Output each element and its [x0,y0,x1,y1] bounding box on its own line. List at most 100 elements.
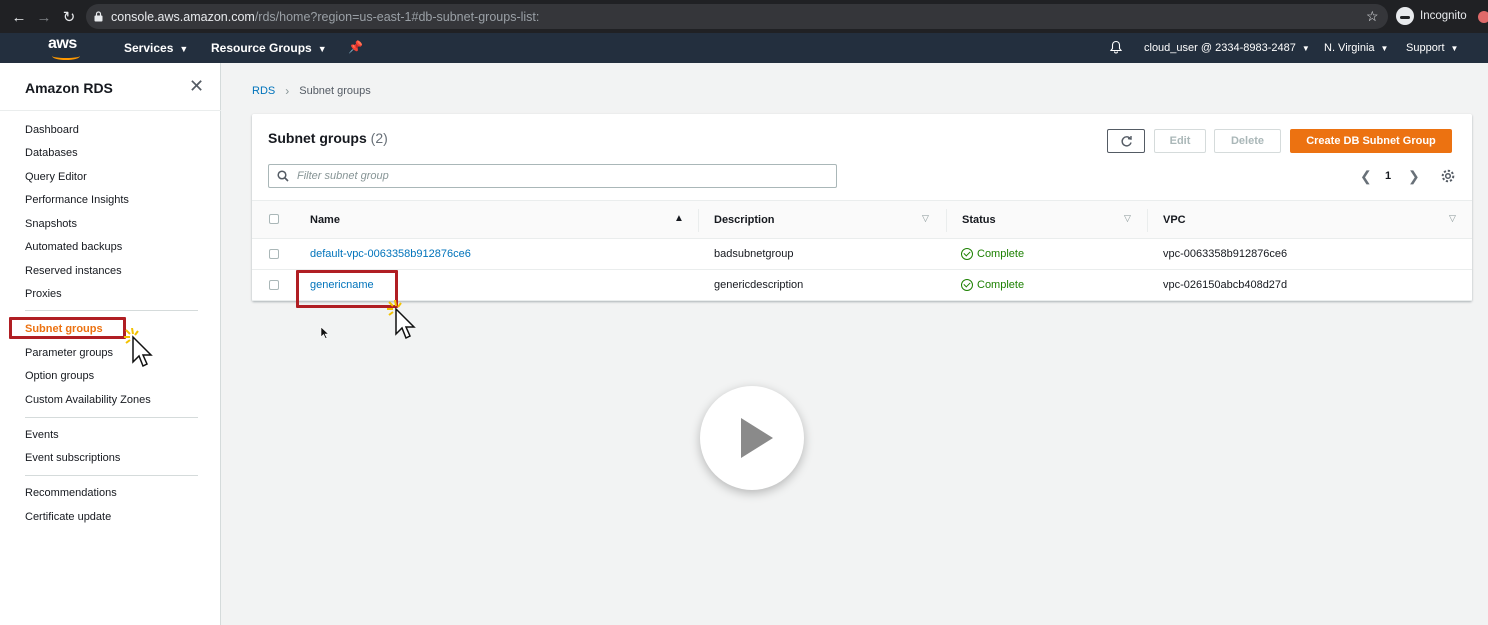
sort-desc-icon[interactable]: ▽ [1124,213,1131,224]
sort-desc-icon[interactable]: ▽ [1449,213,1456,224]
account-label: cloud_user @ 2334-8983-2487 [1144,42,1296,54]
cursor-icon [124,328,153,368]
chevron-right-icon: › [285,84,290,98]
panel-title: Subnet groups (2) [268,130,388,146]
aws-top-nav: aws Services ▼ Resource Groups ▼ 📌 cloud_u… [0,33,1488,63]
check-circle-icon [961,248,973,260]
aws-smile-icon [52,52,80,60]
address-bar[interactable]: console.aws.amazon.com/rds/home?region=u… [86,4,1388,29]
play-icon [741,418,773,458]
url-path: /rds/home?region=us-east-1#db-subnet-gro… [254,9,540,24]
subnet-group-description: genericdescription [714,279,804,291]
table-row[interactable]: default-vpc-0063358b912876ce6 badsubnetg… [252,239,1472,270]
sidebar-item-performance-insights[interactable]: Performance Insights [25,194,129,206]
search-icon [277,170,289,182]
edit-button[interactable]: Edit [1154,129,1206,153]
column-divider [1147,209,1148,232]
panel-count: (2) [370,130,388,146]
filter-box [268,164,837,188]
sidebar-item-certificate-update[interactable]: Certificate update [25,511,111,523]
aws-logo-text: aws [48,35,77,52]
breadcrumb-current: Subnet groups [299,85,371,97]
resource-groups-label: Resource Groups [211,41,312,55]
cursor-icon [320,326,330,339]
incognito-icon [1396,7,1414,25]
column-divider [946,209,947,232]
forward-icon[interactable]: → [32,5,56,29]
highlight-box-subnet-groups [9,317,126,339]
account-menu[interactable]: cloud_user @ 2334-8983-2487 ▼ [1144,42,1310,54]
sidebar-item-parameter-groups[interactable]: Parameter groups [25,347,113,359]
chevron-down-icon: ▼ [179,44,189,54]
select-all-checkbox[interactable] [269,214,279,224]
delete-button[interactable]: Delete [1214,129,1281,153]
sidebar-item-event-subscriptions[interactable]: Event subscriptions [25,452,120,464]
status-text: Complete [977,248,1025,260]
sidebar-item-reserved-instances[interactable]: Reserved instances [25,265,122,277]
check-circle-icon [961,279,973,291]
extension-icon[interactable] [1478,11,1488,23]
sidebar: Amazon RDS ✕ Dashboard Databases Query E… [0,63,221,625]
column-header-status[interactable]: Status [962,214,996,226]
column-header-vpc[interactable]: VPC [1163,214,1186,226]
sidebar-item-snapshots[interactable]: Snapshots [25,218,77,230]
close-icon[interactable]: ✕ [189,77,204,95]
subnet-group-vpc: vpc-0063358b912876ce6 [1163,248,1288,260]
column-divider [698,209,699,232]
chevron-down-icon: ▼ [1380,44,1389,53]
region-menu[interactable]: N. Virginia ▼ [1324,42,1388,54]
row-checkbox[interactable] [269,280,279,290]
page-number[interactable]: 1 [1385,170,1391,182]
chevron-down-icon: ▼ [1450,44,1459,53]
url-host: console.aws.amazon.com [111,9,255,24]
resource-groups-menu[interactable]: Resource Groups ▼ [211,41,327,55]
sidebar-item-option-groups[interactable]: Option groups [25,370,94,382]
refresh-icon [1120,135,1132,146]
subnet-group-name-link[interactable]: default-vpc-0063358b912876ce6 [310,248,471,260]
back-icon[interactable]: ← [7,5,31,29]
play-button[interactable] [700,386,804,490]
table-row[interactable]: genericname genericdescription Complete … [252,270,1472,301]
subnet-group-vpc: vpc-026150abcb408d27d [1163,279,1288,291]
sidebar-item-custom-availability-zones[interactable]: Custom Availability Zones [25,394,151,406]
bell-icon[interactable] [1109,40,1123,54]
sidebar-divider [0,110,221,111]
sidebar-item-automated-backups[interactable]: Automated backups [25,241,122,253]
sidebar-item-dashboard[interactable]: Dashboard [25,124,79,136]
lock-icon [94,11,103,22]
aws-logo[interactable]: aws [48,35,88,61]
breadcrumb-rds[interactable]: RDS [252,85,275,97]
browser-toolbar: ← → ↻ console.aws.amazon.com/rds/home?re… [0,0,1488,33]
chevron-right-icon[interactable]: ❯ [1408,168,1420,185]
reload-icon[interactable]: ↻ [57,5,81,29]
column-header-name[interactable]: Name [310,214,340,226]
sidebar-item-databases[interactable]: Databases [25,147,78,159]
sidebar-separator [25,310,198,311]
column-header-description[interactable]: Description [714,214,775,226]
create-db-subnet-group-button[interactable]: Create DB Subnet Group [1290,129,1452,153]
sidebar-item-proxies[interactable]: Proxies [25,288,62,300]
star-icon[interactable]: ☆ [1366,8,1379,25]
sort-asc-icon[interactable]: ▲ [674,213,684,224]
pin-icon[interactable]: 📌 [348,40,363,54]
region-label: N. Virginia [1324,42,1375,54]
settings-icon[interactable] [1440,168,1456,184]
sidebar-item-recommendations[interactable]: Recommendations [25,487,117,499]
filter-subnet-group-input[interactable] [297,170,797,182]
services-label: Services [124,41,174,55]
chevron-left-icon[interactable]: ❮ [1360,168,1372,185]
sort-desc-icon[interactable]: ▽ [922,213,929,224]
support-menu[interactable]: Support ▼ [1406,42,1458,54]
row-checkbox[interactable] [269,249,279,259]
sidebar-item-query-editor[interactable]: Query Editor [25,171,87,183]
status-text: Complete [977,279,1025,291]
chevron-down-icon: ▼ [1301,44,1310,53]
refresh-button[interactable] [1107,129,1145,153]
incognito-indicator[interactable]: Incognito [1396,7,1467,25]
chevron-down-icon: ▼ [317,44,327,54]
highlight-box-genericname [296,270,398,308]
services-menu[interactable]: Services ▼ [124,41,188,55]
breadcrumb: RDS › Subnet groups [252,84,371,98]
url-text: console.aws.amazon.com/rds/home?region=u… [111,10,539,24]
sidebar-item-events[interactable]: Events [25,429,59,441]
